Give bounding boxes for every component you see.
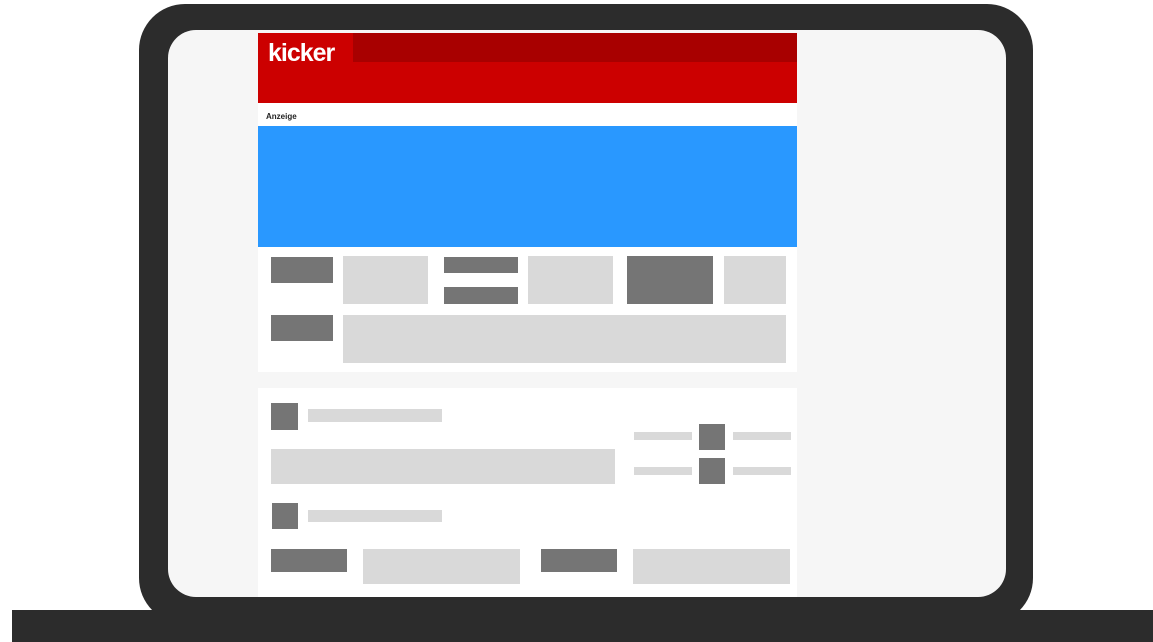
ad-banner[interactable]	[258, 126, 797, 247]
match-crest-placeholder[interactable]	[699, 458, 725, 484]
section-title-placeholder	[308, 510, 442, 522]
row-placeholder-light[interactable]	[633, 549, 790, 584]
match-team-placeholder	[733, 467, 791, 475]
nav-placeholder-light[interactable]	[724, 256, 786, 304]
match-team-placeholder	[634, 432, 692, 440]
header-nav-strip	[353, 33, 797, 62]
row-placeholder-dark[interactable]	[541, 549, 617, 572]
laptop-base	[12, 610, 1153, 642]
kicker-logo[interactable]: kicker	[268, 38, 335, 68]
nav-placeholder-light[interactable]	[528, 256, 613, 304]
match-crest-placeholder[interactable]	[699, 424, 725, 450]
nav-placeholder-dark[interactable]	[444, 257, 518, 273]
row-placeholder-dark[interactable]	[271, 549, 347, 572]
match-team-placeholder	[733, 432, 791, 440]
row-placeholder-light[interactable]	[363, 549, 520, 584]
nav-placeholder-dark[interactable]	[444, 287, 518, 304]
content-block-placeholder[interactable]	[271, 449, 615, 484]
nav-placeholder-dark[interactable]	[271, 315, 333, 341]
nav-placeholder-light[interactable]	[343, 256, 428, 304]
ad-label: Anzeige	[266, 112, 297, 121]
nav-placeholder-dark[interactable]	[271, 257, 333, 283]
nav-placeholder-wide[interactable]	[343, 315, 786, 363]
section-icon-placeholder	[272, 503, 298, 529]
section-title-placeholder	[308, 409, 442, 422]
ad-label-bar	[258, 103, 797, 126]
section-icon-placeholder	[271, 403, 298, 430]
nav-placeholder-dark[interactable]	[627, 256, 713, 304]
match-team-placeholder	[634, 467, 692, 475]
